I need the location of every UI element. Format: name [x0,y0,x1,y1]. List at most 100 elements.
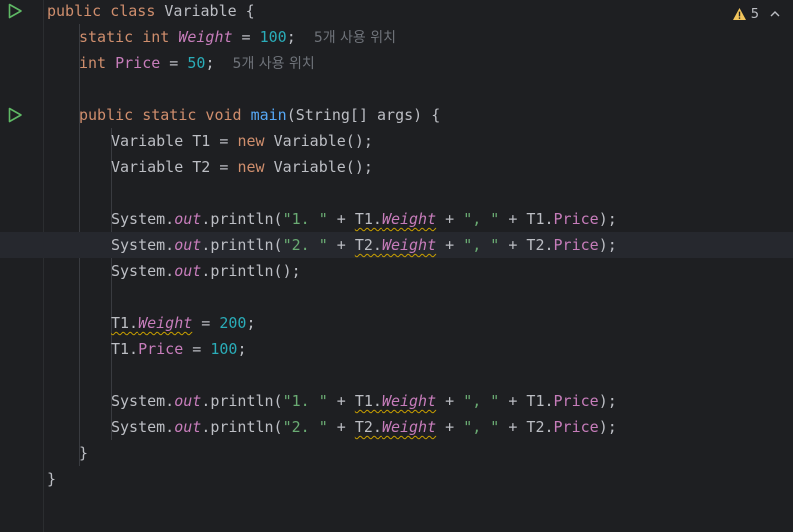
code-area[interactable]: public class Variable {static int Weight… [0,0,793,532]
code-token: out [174,236,202,254]
code-token: Variable(); [273,158,373,176]
code-line[interactable] [0,76,793,102]
code-token: public class [47,2,165,20]
code-token: + T2. [499,236,554,254]
code-line[interactable]: public class Variable { [0,0,793,24]
run-gutter-icon[interactable] [7,107,23,123]
code-token: = [183,340,211,358]
usage-hint[interactable]: 5개 사용 위치 [314,30,396,46]
code-text: T1.Weight = 200; [111,310,256,336]
code-token: T1. [111,340,139,358]
code-token: Price [115,54,161,72]
usage-hint[interactable]: 5개 사용 위치 [233,56,315,72]
code-token: System. [111,262,175,280]
code-text: static int Weight = 100; 5개 사용 위치 [79,24,396,51]
code-token: out [174,210,202,228]
code-token: Price [553,210,599,228]
code-token: ; [246,314,256,332]
code-line-current[interactable]: System.out.println("2. " + T2.Weight + "… [0,232,793,258]
code-text: System.out.println("2. " + T2. Weight + "… [111,414,617,440]
code-token: ", " [463,210,500,228]
code-token: + [327,418,355,436]
code-text: System.out.println("1. " + T1.Weight + "… [111,388,617,414]
code-line[interactable] [0,284,793,310]
code-token: .println( [201,418,283,436]
code-token: 50 [187,54,206,72]
code-token: ; [286,28,314,46]
code-token: public static void [79,106,251,124]
code-token: + [327,392,355,410]
code-token: ); [598,392,617,410]
code-token: main [250,106,287,124]
code-text: System.out.println("2. " + T2.Weight + "… [111,232,617,258]
code-line[interactable] [0,180,793,206]
code-token: } [79,444,89,462]
code-token: out [174,262,202,280]
code-token: System. [111,210,175,228]
code-token: out [174,418,202,436]
code-text: System.out.println("1. " + T1.Weight + "… [111,206,617,232]
code-token: "2. " [282,418,328,436]
code-token: static int [79,28,179,46]
code-token: + [327,210,355,228]
code-token: Price [553,392,599,410]
run-gutter-icon[interactable] [7,3,23,19]
code-line[interactable]: T1.Weight = 200; [0,310,793,336]
code-text: } [79,440,88,466]
code-token: System. [111,236,175,254]
code-token: Variable(); [273,132,373,150]
code-token: new [237,158,274,176]
code-token: = [192,314,220,332]
code-line[interactable] [0,362,793,388]
code-token: ); [598,210,617,228]
code-line[interactable]: T1.Price = 100; [0,336,793,362]
code-line[interactable]: static int Weight = 100; 5개 사용 위치 [0,24,793,50]
code-token: .println(); [201,262,301,280]
code-token: = [232,28,260,46]
code-token: T1. [354,392,382,410]
code-token: (String[] args) { [286,106,441,124]
code-text: int Price = 50; 5개 사용 위치 [79,50,315,77]
code-text: } [47,466,56,492]
code-token: } [47,470,57,488]
code-token: Weight [178,28,233,46]
code-line[interactable]: public static void main(String[] args) { [0,102,793,128]
code-token: .println( [201,236,283,254]
code-line[interactable]: System.out.println("1. " + T1.Weight + "… [0,206,793,232]
code-token: out [174,392,202,410]
code-token: new [237,132,274,150]
code-token: + T2. [499,418,554,436]
code-line[interactable]: } [0,440,793,466]
code-token: 200 [219,314,247,332]
code-token: Weight [138,314,193,332]
code-token: T2. [354,418,382,436]
code-token: ", " [463,418,500,436]
code-text: Variable T1 = new Variable(); [111,128,373,154]
code-text: Variable T2 = new Variable(); [111,154,373,180]
code-token: 100 [259,28,287,46]
code-token: ; [237,340,247,358]
code-token: System. [111,418,175,436]
code-token: T1. [111,314,139,332]
code-token: Weight [381,418,437,436]
code-token: Weight [381,392,437,410]
code-token: Price [138,340,184,358]
code-token: .println( [201,210,283,228]
code-token: Price [553,236,599,254]
code-token: T1. [354,210,382,228]
code-token: T2. [354,236,382,254]
code-line[interactable]: int Price = 50; 5개 사용 위치 [0,50,793,76]
code-line[interactable]: Variable T1 = new Variable(); [0,128,793,154]
code-token: + [327,236,355,254]
code-token: int [79,54,116,72]
code-line[interactable]: } [0,466,793,492]
code-token: Price [553,418,599,436]
code-token: 100 [210,340,238,358]
code-token: = [160,54,188,72]
code-line[interactable]: System.out.println("1. " + T1.Weight + "… [0,388,793,414]
code-editor[interactable]: 5 public class Variable {static int Weig… [0,0,793,532]
code-line[interactable]: System.out.println(); [0,258,793,284]
code-line[interactable]: Variable T2 = new Variable(); [0,154,793,180]
code-line[interactable]: System.out.println("2. " + T2. Weight + "… [0,414,793,440]
code-token: "1. " [282,392,328,410]
